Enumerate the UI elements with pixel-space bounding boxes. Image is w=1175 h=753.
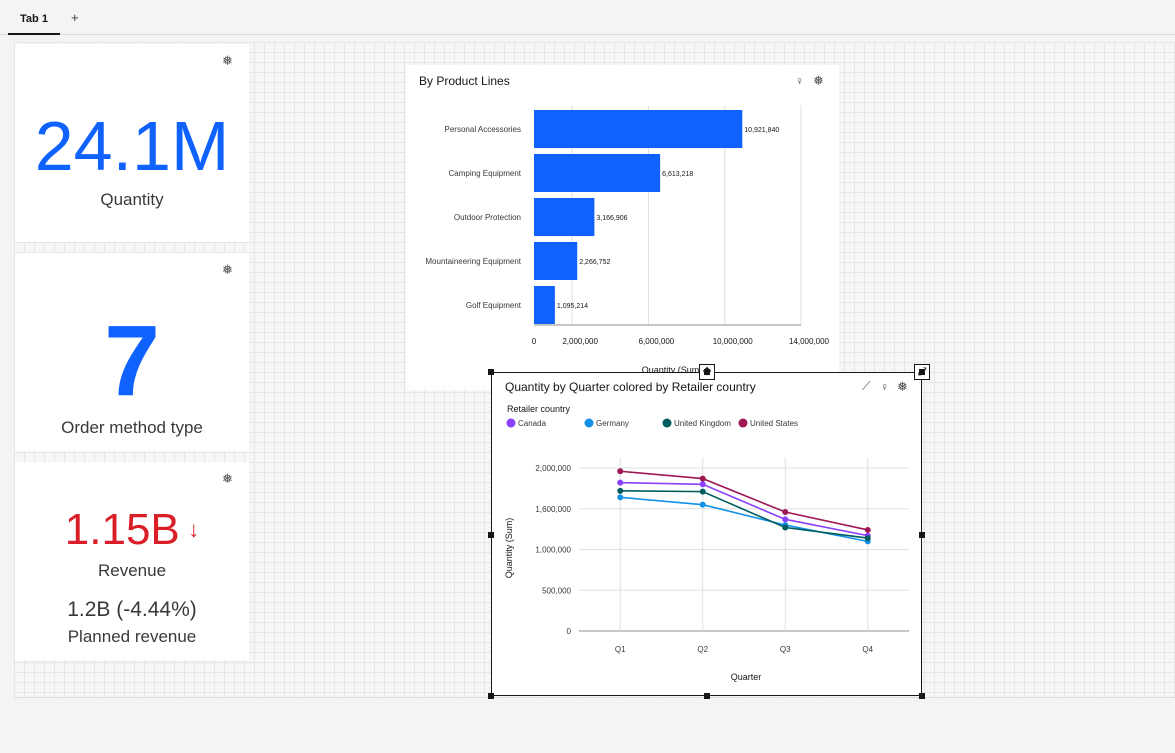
bar bbox=[534, 110, 743, 148]
y-tick-label: 1,600,000 bbox=[535, 505, 571, 514]
insight-icon[interactable]: ♀ bbox=[795, 75, 804, 87]
line-chart: Quantity by Quarter colored by Retailer … bbox=[504, 380, 909, 682]
x-tick-label: 10,000,000 bbox=[713, 337, 754, 346]
order-method-kpi-card[interactable]: ❅ 7 Order method type bbox=[15, 253, 249, 451]
x-tick-label: 6,000,000 bbox=[639, 337, 675, 346]
x-axis-label: Quarter bbox=[731, 672, 762, 682]
x-tick-label: Q4 bbox=[862, 645, 873, 654]
y-tick-label: 1,000,000 bbox=[535, 546, 571, 555]
y-tick-label: 2,000,000 bbox=[535, 464, 571, 473]
bar-value-label: 10,921,840 bbox=[744, 127, 779, 134]
bar-category-label: Mountaineering Equipment bbox=[425, 257, 521, 266]
gear-icon[interactable]: ❅ bbox=[222, 54, 233, 67]
data-point bbox=[782, 509, 789, 516]
legend-swatch bbox=[584, 418, 594, 428]
legend-title: Retailer country bbox=[507, 404, 571, 414]
data-point bbox=[617, 487, 624, 494]
data-point bbox=[617, 494, 624, 501]
data-point bbox=[699, 481, 706, 488]
down-arrow-icon: ↓ bbox=[188, 517, 200, 542]
quantity-kpi-label: Quantity bbox=[100, 190, 164, 209]
y-tick-label: 0 bbox=[567, 627, 572, 636]
revenue-kpi-card[interactable]: ❅ 1.15B ↓ Revenue 1.2B (-4.44%) Planned … bbox=[15, 462, 249, 660]
resize-handle-s[interactable] bbox=[704, 693, 710, 699]
order-method-kpi-value: 7 bbox=[104, 305, 160, 417]
order-method-kpi-label: Order method type bbox=[61, 418, 203, 437]
data-point bbox=[617, 479, 624, 486]
resize-handle-sw[interactable] bbox=[488, 693, 494, 699]
quarter-line-chart-card[interactable]: Quantity by Quarter colored by Retailer … bbox=[491, 372, 922, 696]
data-point bbox=[782, 524, 789, 531]
bar-category-label: Outdoor Protection bbox=[454, 213, 521, 222]
series-line bbox=[620, 496, 868, 543]
x-tick-label: Q3 bbox=[780, 645, 791, 654]
line-chart-icon[interactable]: ⟋ bbox=[862, 379, 870, 394]
x-tick-label: 14,000,000 bbox=[789, 337, 830, 346]
resize-handle-ne[interactable] bbox=[919, 369, 925, 375]
data-point bbox=[617, 468, 624, 475]
tab-1[interactable]: Tab 1 bbox=[8, 6, 60, 35]
resize-handle-n[interactable] bbox=[704, 369, 710, 375]
resize-handle-se[interactable] bbox=[919, 693, 925, 699]
bar bbox=[534, 154, 661, 192]
y-axis-label: Quantity (Sum) bbox=[504, 518, 514, 579]
legend-swatch bbox=[506, 418, 516, 428]
quantity-kpi-card[interactable]: ❅ 24.1M Quantity bbox=[15, 44, 249, 242]
legend-entry: Canada bbox=[518, 419, 547, 428]
bar-value-label: 6,613,218 bbox=[662, 171, 693, 178]
data-point bbox=[864, 535, 871, 542]
revenue-kpi-label: Revenue bbox=[97, 561, 167, 580]
legend-entry: United States bbox=[750, 419, 798, 428]
y-tick-label: 500,000 bbox=[542, 586, 571, 595]
chart-title: By Product Lines bbox=[419, 74, 510, 88]
data-point bbox=[699, 501, 706, 508]
bar bbox=[534, 242, 578, 280]
bar-value-label: 2,266,752 bbox=[579, 259, 610, 266]
gear-icon[interactable]: ❅ bbox=[897, 380, 908, 393]
resize-handle-e[interactable] bbox=[919, 532, 925, 538]
data-point bbox=[864, 526, 871, 533]
tab-bar: Tab 1 + bbox=[0, 0, 1175, 35]
bar bbox=[534, 286, 555, 324]
planned-revenue-label: Planned revenue bbox=[67, 627, 197, 646]
legend-swatch bbox=[662, 418, 672, 428]
x-tick-label: Q1 bbox=[615, 645, 626, 654]
quantity-kpi-value: 24.1M bbox=[34, 107, 230, 185]
add-tab-button[interactable]: + bbox=[71, 11, 79, 24]
legend-entry: Germany bbox=[596, 419, 629, 428]
bar-chart: By Product Lines 0 2,000,000 6,000,000 10,0… bbox=[419, 74, 830, 375]
gear-icon[interactable]: ❅ bbox=[222, 472, 233, 485]
revenue-kpi-value: 1.15B bbox=[64, 505, 180, 554]
resize-handle-nw[interactable] bbox=[488, 369, 494, 375]
x-tick-label: 0 bbox=[532, 337, 537, 346]
bar-category-label: Golf Equipment bbox=[466, 301, 522, 310]
bar bbox=[534, 198, 595, 236]
chart-title: Quantity by Quarter colored by Retailer … bbox=[505, 380, 756, 394]
gear-icon[interactable]: ❅ bbox=[222, 263, 233, 276]
data-point bbox=[782, 516, 789, 523]
x-tick-label: Q2 bbox=[697, 645, 708, 654]
data-point bbox=[699, 488, 706, 495]
insight-icon[interactable]: ♀ bbox=[880, 381, 889, 393]
gear-icon[interactable]: ❅ bbox=[813, 74, 824, 87]
bar-category-label: Personal Accessories bbox=[445, 125, 521, 134]
data-point bbox=[699, 475, 706, 482]
product-lines-chart-card[interactable]: By Product Lines 0 2,000,000 6,000,000 10,0… bbox=[406, 65, 839, 390]
bar-category-label: Camping Equipment bbox=[449, 169, 522, 178]
legend-swatch bbox=[738, 418, 748, 428]
legend-entry: United Kingdom bbox=[674, 419, 731, 428]
resize-handle-w[interactable] bbox=[488, 532, 494, 538]
bar-value-label: 3,166,906 bbox=[596, 215, 627, 222]
revenue-kpi-value-row: 1.15B ↓ bbox=[15, 506, 249, 554]
x-tick-label: 2,000,000 bbox=[562, 337, 598, 346]
bar-value-label: 1,095,214 bbox=[557, 303, 588, 310]
planned-revenue-value: 1.2B (-4.44%) bbox=[67, 598, 197, 621]
